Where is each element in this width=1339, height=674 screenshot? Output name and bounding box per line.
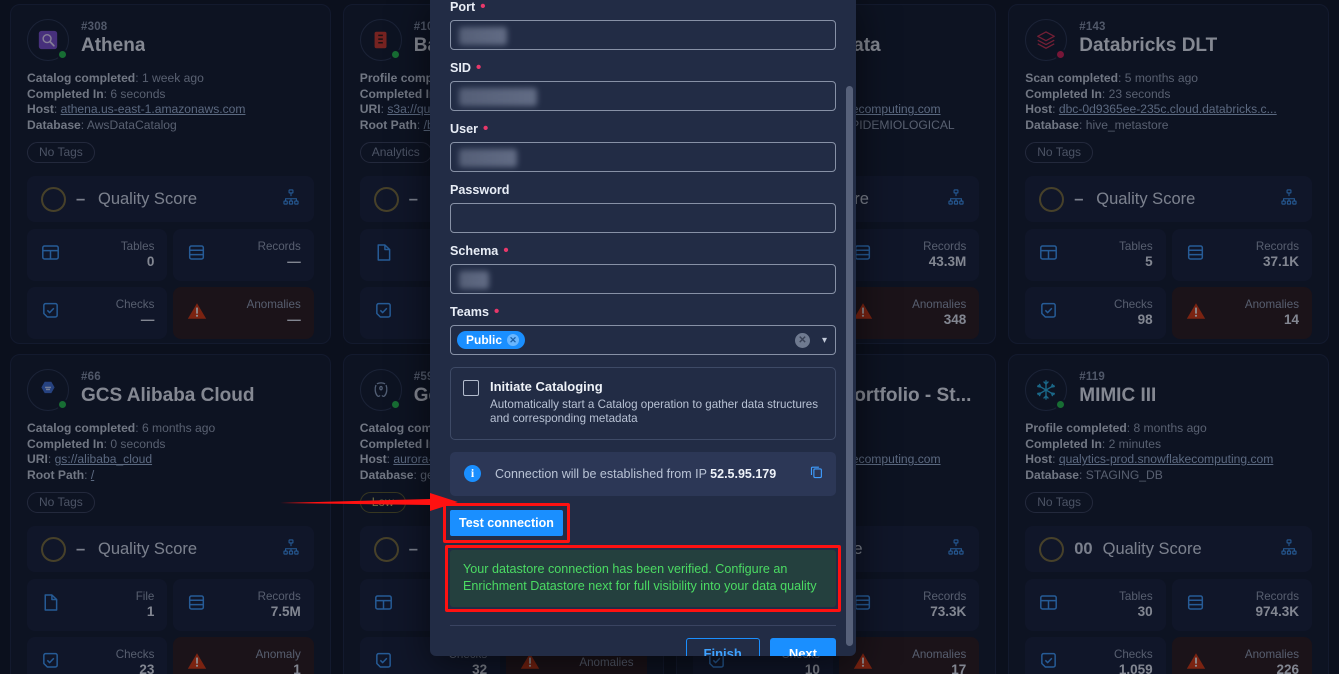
success-message: Your datastore connection has been verif…	[450, 549, 836, 607]
team-chip-label: Public	[466, 333, 503, 347]
required-marker: •	[476, 59, 482, 76]
field-label: Port •	[450, 0, 836, 14]
field-input[interactable]	[450, 142, 836, 172]
teams-label: Teams •	[450, 303, 836, 320]
field-input[interactable]	[450, 264, 836, 294]
field-label-text: Port	[450, 0, 476, 14]
required-marker: •	[483, 120, 489, 137]
test-connection-wrap: Test connection	[443, 502, 570, 543]
redacted-value	[459, 271, 489, 289]
redacted-value	[459, 27, 507, 45]
form-field: User •	[450, 120, 836, 172]
field-label-text: User	[450, 122, 479, 136]
required-marker: •	[493, 303, 500, 320]
chevron-down-icon[interactable]: ▾	[822, 335, 827, 346]
initiate-cataloging-text: Initiate Cataloging Automatically start …	[490, 379, 823, 427]
modal-actions: Finish Next	[450, 637, 836, 656]
datastore-connection-modal: Port • SID • User • Password Schema • Te…	[430, 0, 856, 656]
connection-ip-banner: i Connection will be established from IP…	[450, 451, 836, 496]
field-label-text: Password	[450, 183, 510, 197]
field-label: Password	[450, 183, 836, 197]
clear-all-icon[interactable]: ✕	[794, 332, 810, 348]
test-connection-button[interactable]: Test connection	[450, 509, 563, 536]
form-field: Schema •	[450, 242, 836, 294]
field-label-text: SID	[450, 61, 471, 75]
field-label-text: Schema	[450, 244, 499, 258]
initiate-cataloging-title: Initiate Cataloging	[490, 379, 603, 394]
required-marker: •	[480, 0, 486, 15]
connection-fields: Port • SID • User • Password Schema •	[450, 0, 836, 294]
chip-remove-icon[interactable]: ✕	[507, 334, 520, 346]
connection-ip-text: Connection will be established from IP 5…	[495, 467, 795, 481]
field-input[interactable]	[450, 81, 836, 111]
connection-ip-value: 52.5.95.179	[710, 466, 777, 481]
app-root: #308 Athena Catalog completed: 1 week ag…	[0, 0, 1339, 674]
field-label: Schema •	[450, 242, 836, 259]
info-icon: i	[464, 465, 481, 483]
required-marker: •	[503, 242, 509, 259]
redacted-value	[459, 149, 517, 167]
next-button[interactable]: Next	[769, 637, 836, 656]
field-input[interactable]	[450, 20, 836, 50]
modal-scrollbar[interactable]	[846, 86, 853, 646]
field-input[interactable]	[450, 203, 836, 233]
teams-label-text: Teams	[450, 305, 489, 319]
redacted-value	[459, 88, 537, 106]
initiate-cataloging-description: Automatically start a Catalog operation …	[490, 398, 819, 426]
initiate-cataloging-card[interactable]: Initiate Cataloging Automatically start …	[450, 367, 836, 440]
team-chip[interactable]: Public ✕	[457, 331, 526, 349]
connection-ip-prefix: Connection will be established from IP	[495, 466, 711, 481]
modal-body: Port • SID • User • Password Schema • Te…	[430, 0, 856, 656]
initiate-cataloging-checkbox[interactable]	[463, 380, 479, 396]
finish-button[interactable]: Finish	[685, 637, 760, 656]
teams-field: Teams • Public ✕ ✕ ▾	[450, 303, 836, 355]
teams-select[interactable]: Public ✕ ✕ ▾	[450, 325, 836, 355]
field-label: User •	[450, 120, 836, 137]
form-field: SID •	[450, 59, 836, 111]
modal-divider	[450, 624, 836, 626]
success-message-wrap: Your datastore connection has been verif…	[445, 544, 841, 612]
field-label: SID •	[450, 59, 836, 76]
form-field: Port •	[450, 0, 836, 50]
form-field: Password	[450, 183, 836, 233]
copy-icon[interactable]	[809, 464, 824, 484]
